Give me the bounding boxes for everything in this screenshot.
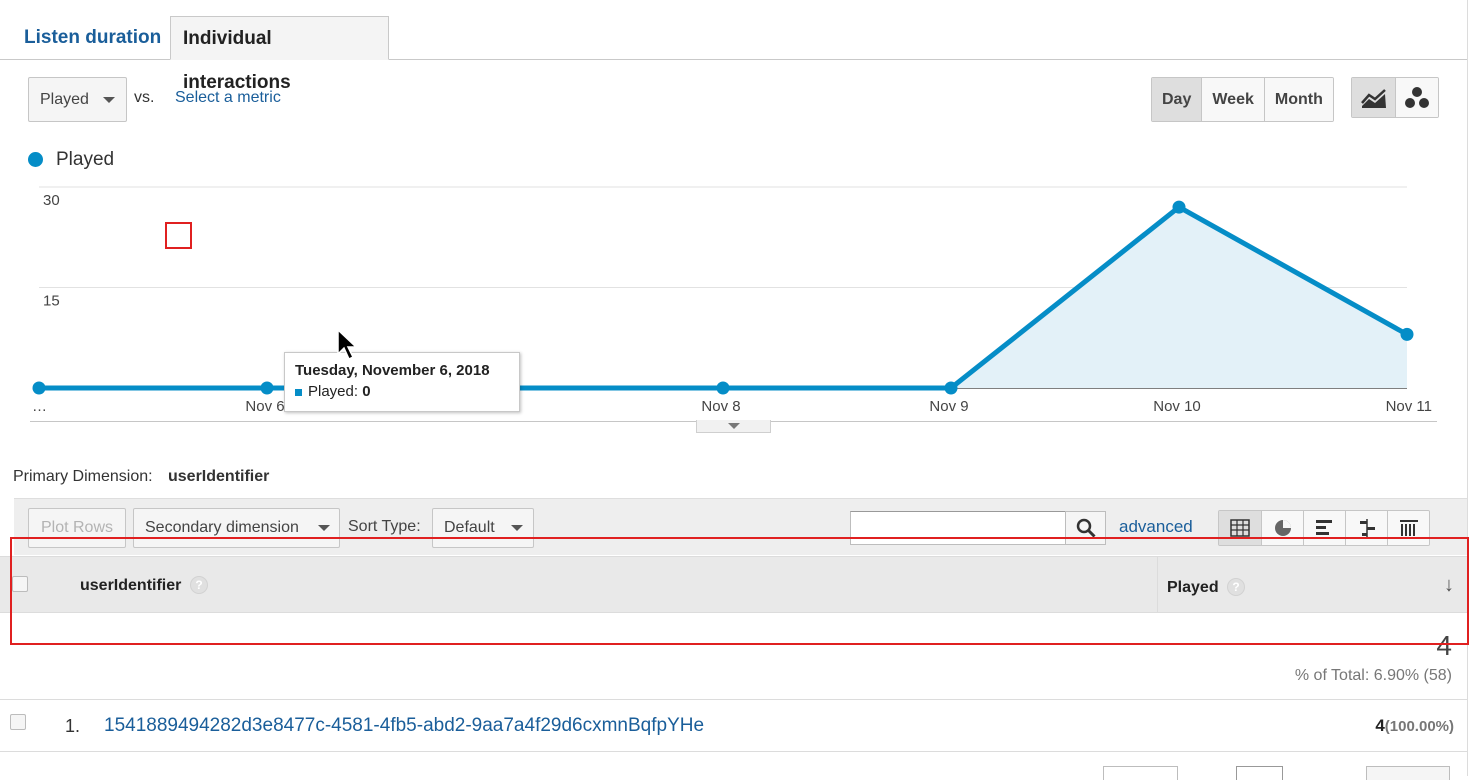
line-chart: 15 30 … Nov 6 Nov 8 Nov 9 Nov 10 Nov 11 [32, 186, 1432, 415]
chevron-down-icon [728, 423, 740, 429]
chevron-down-icon [318, 525, 330, 531]
x-tick-label: Nov 11 [1386, 398, 1432, 415]
chart-tooltip: Tuesday, November 6, 2018 Played: 0 [284, 352, 520, 412]
tab-individual-interactions[interactable]: Individual interactions [170, 16, 389, 93]
row-checkbox[interactable] [10, 714, 26, 730]
data-point [260, 381, 274, 395]
tooltip-swatch [295, 388, 302, 396]
motion-chart-button[interactable] [1395, 78, 1438, 117]
x-tick-label: Nov 8 [701, 398, 740, 415]
legend-label[interactable]: Played [56, 149, 114, 171]
rows-per-page-dropdown[interactable] [1103, 766, 1178, 780]
week-button[interactable]: Week [1201, 78, 1264, 121]
primary-dimension-label: Primary Dimension: [13, 468, 153, 485]
page-nav-buttons[interactable] [1366, 766, 1450, 780]
annotation-box-small [165, 222, 192, 249]
data-point [716, 381, 730, 395]
chart-collapse-handle[interactable] [696, 420, 771, 433]
percentage-pie-icon [1274, 520, 1291, 536]
advanced-filter-link[interactable]: advanced [1119, 517, 1193, 537]
x-tick-label: Nov 9 [929, 398, 968, 415]
select-metric-link[interactable]: Select a metric [175, 89, 281, 107]
row-played-value: 4 [1375, 716, 1385, 735]
chevron-down-icon [103, 97, 115, 103]
page-right-border [1467, 0, 1468, 776]
tooltip-metric-value: 0 [362, 383, 371, 400]
y-tick-label: 30 [43, 192, 60, 209]
row-played-cell: 4(100.00%) [1158, 716, 1454, 736]
secondary-dimension-label: Secondary dimension [145, 519, 299, 536]
data-point [32, 381, 46, 395]
line-chart-icon [1360, 88, 1386, 108]
data-table-icon [1230, 519, 1250, 537]
comparison-icon [1359, 519, 1375, 537]
motion-chart-icon [1405, 86, 1429, 108]
metric-dropdown[interactable]: Played [28, 77, 127, 122]
total-played-percent: % of Total: 6.90% (58) [1294, 667, 1452, 684]
tab-listen-duration[interactable]: Listen duration [12, 16, 173, 60]
chart-type-toggle [1351, 77, 1439, 118]
data-point [944, 381, 958, 395]
primary-dimension-value[interactable]: userIdentifier [168, 468, 269, 486]
x-tick-label: Nov 10 [1153, 398, 1201, 415]
x-tick-label: Nov 6 [245, 398, 284, 415]
performance-bar-icon [1315, 520, 1332, 535]
tooltip-metric-label: Played: [308, 383, 359, 400]
row-user-identifier-link[interactable]: 1541889494282d3e8477c-4581-4fb5-abd2-9aa… [104, 715, 704, 737]
row-played-percent: (100.00%) [1384, 718, 1454, 735]
annotation-box-large [10, 537, 1469, 645]
metric-dropdown-label: Played [40, 91, 89, 108]
day-button[interactable]: Day [1152, 78, 1202, 121]
sort-type-label: Sort Type: [348, 518, 421, 535]
vs-label: vs. [134, 89, 155, 106]
x-tick-label: … [32, 398, 47, 415]
data-point [1400, 327, 1414, 341]
chevron-down-icon [511, 525, 523, 531]
legend-swatch [28, 152, 43, 167]
granularity-toggle: Day Week Month [1151, 77, 1334, 122]
mouse-cursor-icon [337, 329, 358, 361]
row-index: 1. [65, 716, 81, 736]
sort-type-value: Default [444, 519, 495, 536]
search-icon [1076, 518, 1096, 538]
tooltip-row: Played: 0 [295, 383, 509, 400]
term-cloud-icon [1399, 520, 1418, 536]
goto-page-input[interactable] [1236, 766, 1283, 780]
tooltip-date: Tuesday, November 6, 2018 [295, 362, 490, 379]
y-tick-label: 15 [43, 293, 60, 310]
data-point [1172, 200, 1186, 214]
line-chart-button[interactable] [1352, 78, 1395, 117]
month-button[interactable]: Month [1263, 78, 1333, 121]
